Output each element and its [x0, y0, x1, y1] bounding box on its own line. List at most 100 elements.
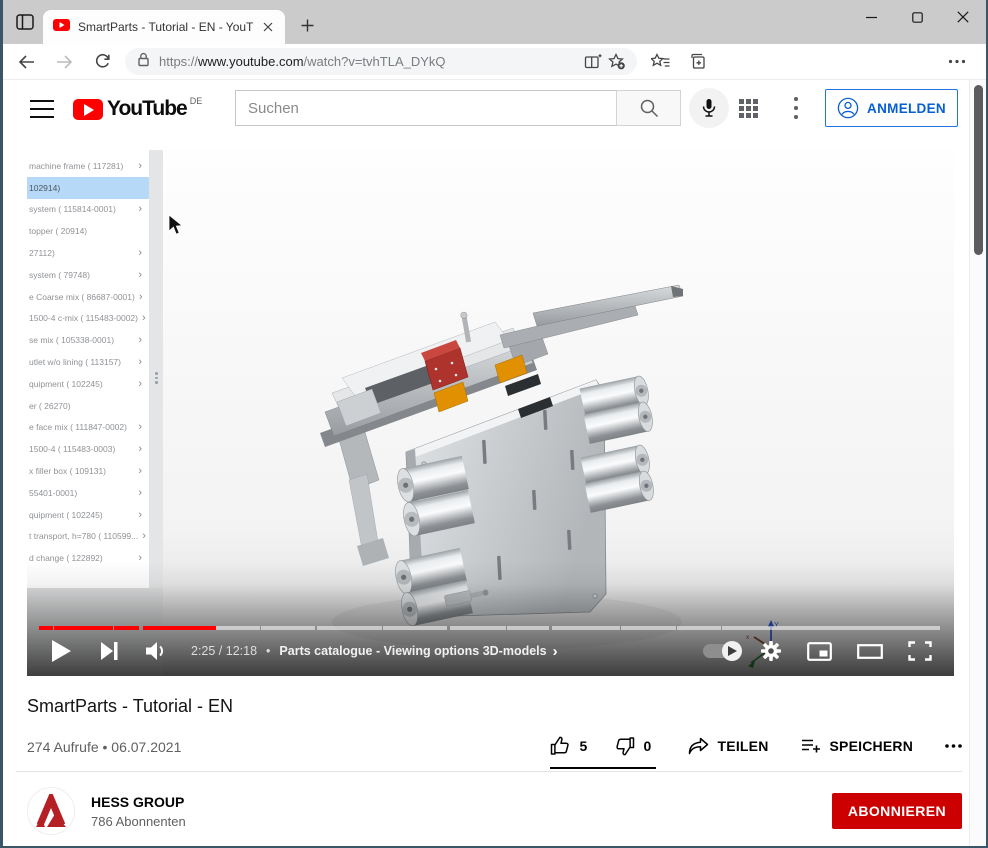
refresh-icon[interactable]	[87, 48, 117, 76]
youtube-apps-icon[interactable]	[739, 99, 758, 118]
cad-tree-item[interactable]: system ( 79748)›	[27, 264, 149, 286]
cad-tree-item[interactable]: e face mix ( 111847-0002)›	[27, 417, 149, 439]
page-scrollbar[interactable]	[969, 80, 986, 846]
signin-label: ANMELDEN	[867, 101, 946, 116]
channel-subscribers: 786 Abonnenten	[91, 814, 186, 829]
youtube-logo-text: YouTube	[107, 97, 187, 121]
new-tab-button[interactable]	[293, 11, 321, 39]
youtube-header: YouTube DE ANMELDEN	[3, 80, 986, 137]
minimize-button[interactable]	[848, 0, 894, 34]
time-display: 2:25 / 12:18	[191, 644, 257, 658]
youtube-logo[interactable]: YouTube DE	[73, 96, 202, 121]
cad-parts-tree: machine frame ( 117281)›102914)system ( …	[27, 150, 149, 588]
youtube-options-icon[interactable]	[793, 97, 799, 119]
address-bar: https://www.youtube.com/watch?v=tvhTLA_D…	[3, 44, 986, 80]
cad-tree-item[interactable]: 1500-4 ( 115483-0003)›	[27, 438, 149, 460]
add-favorite-icon[interactable]	[605, 50, 629, 74]
cad-tree-item[interactable]: x filler box ( 109131)›	[27, 460, 149, 482]
cad-tree-item[interactable]: e Coarse mix ( 86687-0001)›	[27, 286, 149, 308]
signin-button[interactable]: ANMELDEN	[825, 89, 958, 127]
chapter-chevron-icon: ›	[553, 643, 558, 660]
share-button[interactable]: TEILEN	[688, 725, 769, 767]
cad-tree-item[interactable]: utlet w/o lining ( 113157)›	[27, 351, 149, 373]
hide-part-icon[interactable]	[168, 248, 182, 262]
split-screen-icon[interactable]	[581, 50, 605, 74]
cad-cursor-icon	[167, 214, 183, 236]
table-row[interactable]: 16103025Stopper p	[793, 261, 954, 288]
cad-tree-item[interactable]: er ( 26270)	[27, 395, 149, 417]
transparent-part-icon	[168, 278, 182, 292]
table-row[interactable]: 9N3700D1011Red bronz	[793, 207, 954, 234]
video-title: SmartParts - Tutorial - EN	[27, 696, 986, 717]
cad-tree-item[interactable]: 55401-0001)›	[27, 482, 149, 504]
search-input[interactable]	[235, 90, 616, 126]
url-text: https://www.youtube.com/watch?v=tvhTLA_D…	[159, 54, 581, 69]
video-actions: 5 0 TEILEN SPEICHERN	[550, 725, 962, 769]
cad-history-toolbar	[440, 162, 508, 181]
next-button[interactable]	[101, 642, 118, 660]
cad-tree-item[interactable]: machine frame ( 117281)›	[27, 155, 149, 177]
channel-avatar[interactable]	[27, 787, 75, 835]
collapse-panel-icon	[168, 336, 182, 350]
undo-icon[interactable]	[449, 163, 462, 181]
url-field[interactable]: https://www.youtube.com/watch?v=tvhTLA_D…	[125, 48, 637, 75]
save-button[interactable]: SPEICHERN	[801, 725, 913, 767]
table-row[interactable]: 1255726Rubber bu	[793, 234, 954, 261]
youtube-favicon	[53, 18, 70, 36]
more-actions-icon[interactable]	[945, 725, 962, 767]
maximize-button[interactable]	[894, 0, 940, 34]
settings-menu-icon[interactable]	[942, 48, 972, 76]
video-player[interactable]: machine frame ( 117281)›102914)system ( …	[27, 150, 954, 676]
cad-tree-item[interactable]: system ( 115814-0001)›	[27, 199, 149, 221]
cad-tree-item[interactable]: se mix ( 105338-0001)›	[27, 329, 149, 351]
menu-icon[interactable]	[30, 100, 54, 118]
miniplayer-icon[interactable]	[807, 642, 832, 661]
fit-view-icon	[168, 163, 182, 177]
cad-sidebar-scrollbar	[149, 150, 163, 588]
dislike-button[interactable]: 0	[614, 725, 652, 767]
cad-tree-item[interactable]: t transport, h=780 ( 110599...›	[27, 526, 149, 548]
redo-icon[interactable]	[486, 163, 499, 181]
cad-tree-item[interactable]: 27112)›	[27, 242, 149, 264]
subscribe-button[interactable]: ABONNIEREN	[832, 793, 962, 829]
browser-tab[interactable]: SmartParts - Tutorial - EN - YouT	[43, 10, 285, 44]
scrollbar-thumb[interactable]	[974, 85, 983, 255]
cad-tree-item[interactable]: 102914)	[27, 177, 149, 199]
play-button[interactable]	[52, 640, 71, 662]
progress-bar[interactable]	[39, 626, 943, 630]
tab-actions-icon[interactable]	[11, 9, 39, 35]
cad-tree-item[interactable]: topper ( 20914)	[27, 220, 149, 242]
cad-tree-item[interactable]: quipment ( 102245)›	[27, 504, 149, 526]
cad-view-toolbar	[164, 155, 186, 355]
home-icon[interactable]	[468, 163, 479, 181]
settings-icon[interactable]	[760, 640, 782, 662]
cad-tree-item[interactable]: quipment ( 102245)›	[27, 373, 149, 395]
favorites-icon[interactable]	[645, 48, 675, 76]
thumb-up-icon	[550, 736, 571, 756]
close-button[interactable]	[940, 0, 986, 34]
volume-icon[interactable]	[146, 641, 169, 661]
tab-title: SmartParts - Tutorial - EN - YouT	[78, 20, 259, 34]
player-controls: 2:25 / 12:18 • Parts catalogue - Viewing…	[27, 632, 954, 670]
tab-close-icon[interactable]	[259, 18, 277, 36]
playlist-add-icon	[801, 737, 821, 755]
window-controls	[848, 0, 986, 34]
forward-icon[interactable]	[49, 48, 79, 76]
search-button[interactable]	[616, 90, 681, 126]
collections-icon[interactable]	[683, 48, 713, 76]
table-row[interactable]: 26103945Guiding c	[793, 288, 954, 315]
table-row[interactable]: 774173Radial sha	[793, 180, 954, 207]
cad-parts-table: Pos.Part numberDesignatio774173Radial sh…	[793, 150, 954, 506]
channel-name[interactable]: HESS GROUP	[91, 794, 186, 810]
channel-row: HESS GROUP 786 Abonnenten ABONNIEREN	[27, 787, 962, 835]
fullscreen-icon[interactable]	[908, 641, 932, 661]
theater-mode-icon[interactable]	[857, 644, 883, 659]
autoplay-toggle[interactable]	[703, 644, 740, 658]
back-icon[interactable]	[11, 48, 41, 76]
share-icon	[688, 737, 709, 755]
cad-tree-item[interactable]: 1500-4 c-mix ( 115483-0002)›	[27, 308, 149, 330]
chapter-label[interactable]: • Parts catalogue - Viewing options 3D-m…	[266, 643, 558, 660]
voice-search-icon[interactable]	[689, 88, 729, 128]
divider	[16, 771, 962, 772]
like-button[interactable]: 5	[550, 725, 588, 767]
